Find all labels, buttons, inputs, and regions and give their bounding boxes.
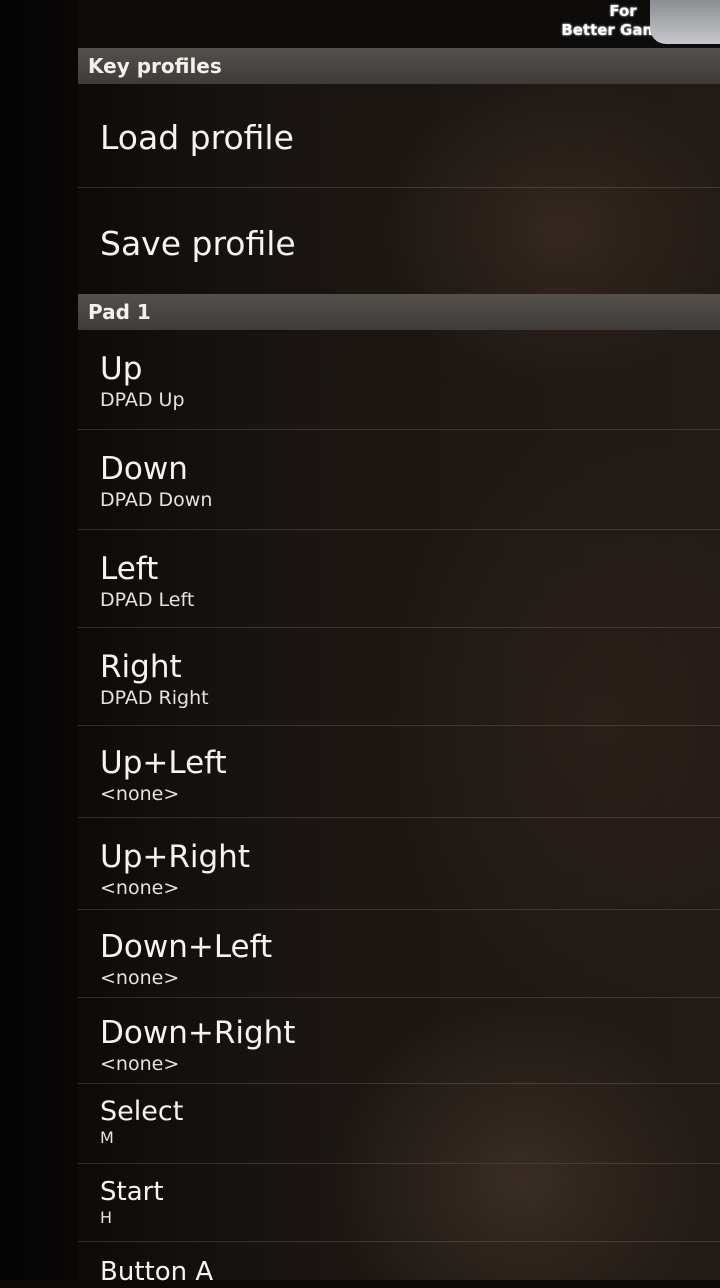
item-title: Start xyxy=(100,1177,164,1207)
settings-list: Key profiles Load profile Save profile P… xyxy=(78,48,720,1287)
item-title: Down+Right xyxy=(100,1015,296,1051)
item-summary: <none> xyxy=(100,1053,180,1075)
pad-item-select[interactable]: Select M xyxy=(78,1084,720,1164)
pad-item-down[interactable]: Down DPAD Down xyxy=(78,430,720,530)
section-header-pad-1: Pad 1 xyxy=(78,294,720,330)
item-summary: DPAD Down xyxy=(100,489,213,511)
item-summary: <none> xyxy=(100,967,180,989)
pad-item-right[interactable]: Right DPAD Right xyxy=(78,628,720,726)
item-title: Down+Left xyxy=(100,929,273,965)
pad-item-up-right[interactable]: Up+Right <none> xyxy=(78,818,720,910)
section-header-key-profiles: Key profiles xyxy=(78,48,720,84)
pad-item-up-left[interactable]: Up+Left <none> xyxy=(78,726,720,818)
item-summary: M xyxy=(100,1128,114,1147)
item-title: Right xyxy=(100,649,182,685)
pad-item-left[interactable]: Left DPAD Left xyxy=(78,530,720,628)
item-summary: DPAD Up xyxy=(100,389,185,411)
item-summary: DPAD Right xyxy=(100,687,209,709)
load-profile-item[interactable]: Load profile xyxy=(78,84,720,188)
pad-item-down-right[interactable]: Down+Right <none> xyxy=(78,998,720,1084)
item-summary: DPAD Left xyxy=(100,589,195,611)
pad-item-down-left[interactable]: Down+Left <none> xyxy=(78,910,720,998)
pad-item-start[interactable]: Start H xyxy=(78,1164,720,1242)
top-corner-panel xyxy=(650,0,720,44)
item-title: Save profile xyxy=(100,224,296,263)
item-title: Down xyxy=(100,451,188,487)
item-title: Load profile xyxy=(100,118,294,157)
item-title: Up+Right xyxy=(100,839,250,875)
item-summary: H xyxy=(100,1208,113,1227)
pad-item-button-a[interactable]: Button A xyxy=(78,1242,720,1287)
item-title: Up xyxy=(100,351,143,387)
item-summary: <none> xyxy=(100,877,180,899)
top-bar: For Better Gaming xyxy=(78,0,720,48)
screen: For Better Gaming Key profiles Load prof… xyxy=(0,0,720,1287)
item-title: Select xyxy=(100,1096,184,1127)
save-profile-item[interactable]: Save profile xyxy=(78,188,720,298)
item-title: Button A xyxy=(100,1257,214,1287)
item-title: Left xyxy=(100,551,159,587)
item-summary: <none> xyxy=(100,783,180,805)
device-bezel xyxy=(0,0,78,1280)
pad-item-up[interactable]: Up DPAD Up xyxy=(78,330,720,430)
item-title: Up+Left xyxy=(100,745,227,781)
